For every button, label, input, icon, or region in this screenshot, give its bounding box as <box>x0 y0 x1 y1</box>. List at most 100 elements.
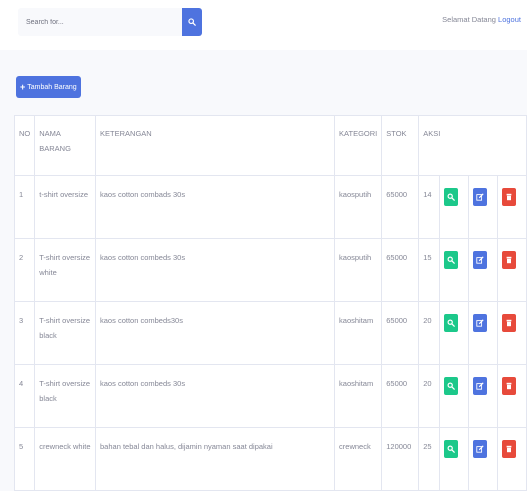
search-group <box>18 8 202 36</box>
edit-icon <box>476 382 484 390</box>
search-icon <box>447 319 455 327</box>
cell-stok: 65000 <box>381 238 420 302</box>
table-row: 5 crewneck white bahan tebal dan halus, … <box>13 427 527 491</box>
delete-button[interactable] <box>502 188 516 206</box>
cell-no: 1 <box>13 175 36 239</box>
cell-view <box>439 301 470 365</box>
edit-button[interactable] <box>473 188 488 206</box>
cell-keterangan: kaos cotton combeds 30s <box>95 238 336 302</box>
search-icon <box>447 382 455 390</box>
table-header-row: NO NAMA BARANG KETERANGAN KATEGORI STOK … <box>13 115 527 176</box>
logout-link[interactable]: Logout <box>498 15 521 24</box>
trash-icon <box>506 382 512 390</box>
view-button[interactable] <box>444 314 459 332</box>
edit-icon <box>476 193 484 201</box>
plus-icon: + <box>20 82 26 92</box>
user-greeting: Selamat Datang Logout <box>442 15 521 24</box>
cell-nama: t-shirt oversize <box>34 175 97 239</box>
view-button[interactable] <box>444 440 459 458</box>
add-item-button[interactable]: + Tambah Barang <box>16 76 81 98</box>
add-item-label: Tambah Barang <box>27 83 77 91</box>
cell-no: 3 <box>13 301 36 365</box>
cell-edit <box>468 364 498 428</box>
cell-delete <box>497 427 527 491</box>
cell-delete <box>497 238 527 302</box>
cell-kategori: crewneck <box>334 427 383 491</box>
edit-button[interactable] <box>473 314 488 332</box>
cell-stok: 65000 <box>381 175 420 239</box>
cell-view <box>439 238 470 302</box>
cell-stok: 65000 <box>381 364 420 428</box>
cell-edit <box>468 238 498 302</box>
cell-nama: T-shirt oversize black <box>34 301 97 365</box>
cell-view <box>439 364 470 428</box>
delete-button[interactable] <box>502 314 516 332</box>
table-body: 1 t-shirt oversize kaos cotton combads 3… <box>13 175 527 491</box>
delete-button[interactable] <box>502 440 516 458</box>
table-row: 2 T-shirt oversize white kaos cotton com… <box>13 238 527 302</box>
cell-kategori: kaoshitam <box>334 364 383 428</box>
table-row: 3 T-shirt oversize black kaos cotton com… <box>13 301 527 365</box>
cell-no: 5 <box>13 427 36 491</box>
edit-button[interactable] <box>473 440 488 458</box>
cell-nama: T-shirt oversize white <box>34 238 97 302</box>
header-no: NO <box>13 115 36 176</box>
cell-no: 4 <box>13 364 36 428</box>
cell-view <box>439 427 470 491</box>
cell-keterangan: kaos cotton combeds 30s <box>95 364 336 428</box>
trash-icon <box>506 193 512 201</box>
view-button[interactable] <box>444 188 459 206</box>
cell-nama: crewneck white <box>34 427 97 491</box>
header-stok: STOK <box>381 115 420 176</box>
header-keterangan: KETERANGAN <box>95 115 336 176</box>
cell-jumlah: 15 <box>418 238 441 302</box>
delete-button[interactable] <box>502 251 516 269</box>
topbar: Selamat Datang Logout <box>0 0 527 50</box>
edit-icon <box>476 445 484 453</box>
cell-kategori: kaoshitam <box>334 301 383 365</box>
edit-icon <box>476 319 484 327</box>
trash-icon <box>506 319 512 327</box>
items-table: NO NAMA BARANG KETERANGAN KATEGORI STOK … <box>13 115 527 491</box>
search-button[interactable] <box>182 8 202 36</box>
cell-delete <box>497 175 527 239</box>
edit-icon <box>476 256 484 264</box>
cell-delete <box>497 301 527 365</box>
cell-jumlah: 25 <box>418 427 441 491</box>
cell-edit <box>468 427 498 491</box>
search-input[interactable] <box>18 8 182 36</box>
cell-edit <box>468 175 498 239</box>
items-table-container: NO NAMA BARANG KETERANGAN KATEGORI STOK … <box>13 115 527 491</box>
cell-keterangan: bahan tebal dan halus, dijamin nyaman sa… <box>95 427 336 491</box>
header-nama-barang: NAMA BARANG <box>34 115 97 176</box>
edit-button[interactable] <box>473 377 488 395</box>
view-button[interactable] <box>444 377 459 395</box>
cell-keterangan: kaos cotton combads 30s <box>95 175 336 239</box>
cell-view <box>439 175 470 239</box>
cell-delete <box>497 364 527 428</box>
cell-jumlah: 20 <box>418 301 441 365</box>
cell-kategori: kaosputih <box>334 238 383 302</box>
search-icon <box>447 445 455 453</box>
cell-no: 2 <box>13 238 36 302</box>
edit-button[interactable] <box>473 251 488 269</box>
table-row: 4 T-shirt oversize black kaos cotton com… <box>13 364 527 428</box>
cell-nama: T-shirt oversize black <box>34 364 97 428</box>
search-icon <box>447 256 455 264</box>
view-button[interactable] <box>444 251 459 269</box>
search-icon <box>188 18 196 26</box>
trash-icon <box>506 445 512 453</box>
cell-jumlah: 20 <box>418 364 441 428</box>
cell-stok: 120000 <box>381 427 420 491</box>
search-icon <box>447 193 455 201</box>
greeting-text: Selamat Datang <box>442 15 496 24</box>
table-row: 1 t-shirt oversize kaos cotton combads 3… <box>13 175 527 239</box>
delete-button[interactable] <box>502 377 516 395</box>
header-kategori: KATEGORI <box>334 115 383 176</box>
trash-icon <box>506 256 512 264</box>
cell-keterangan: kaos cotton combeds30s <box>95 301 336 365</box>
cell-kategori: kaosputih <box>334 175 383 239</box>
cell-stok: 65000 <box>381 301 420 365</box>
cell-jumlah: 14 <box>418 175 441 239</box>
header-aksi: AKSI <box>418 115 527 176</box>
